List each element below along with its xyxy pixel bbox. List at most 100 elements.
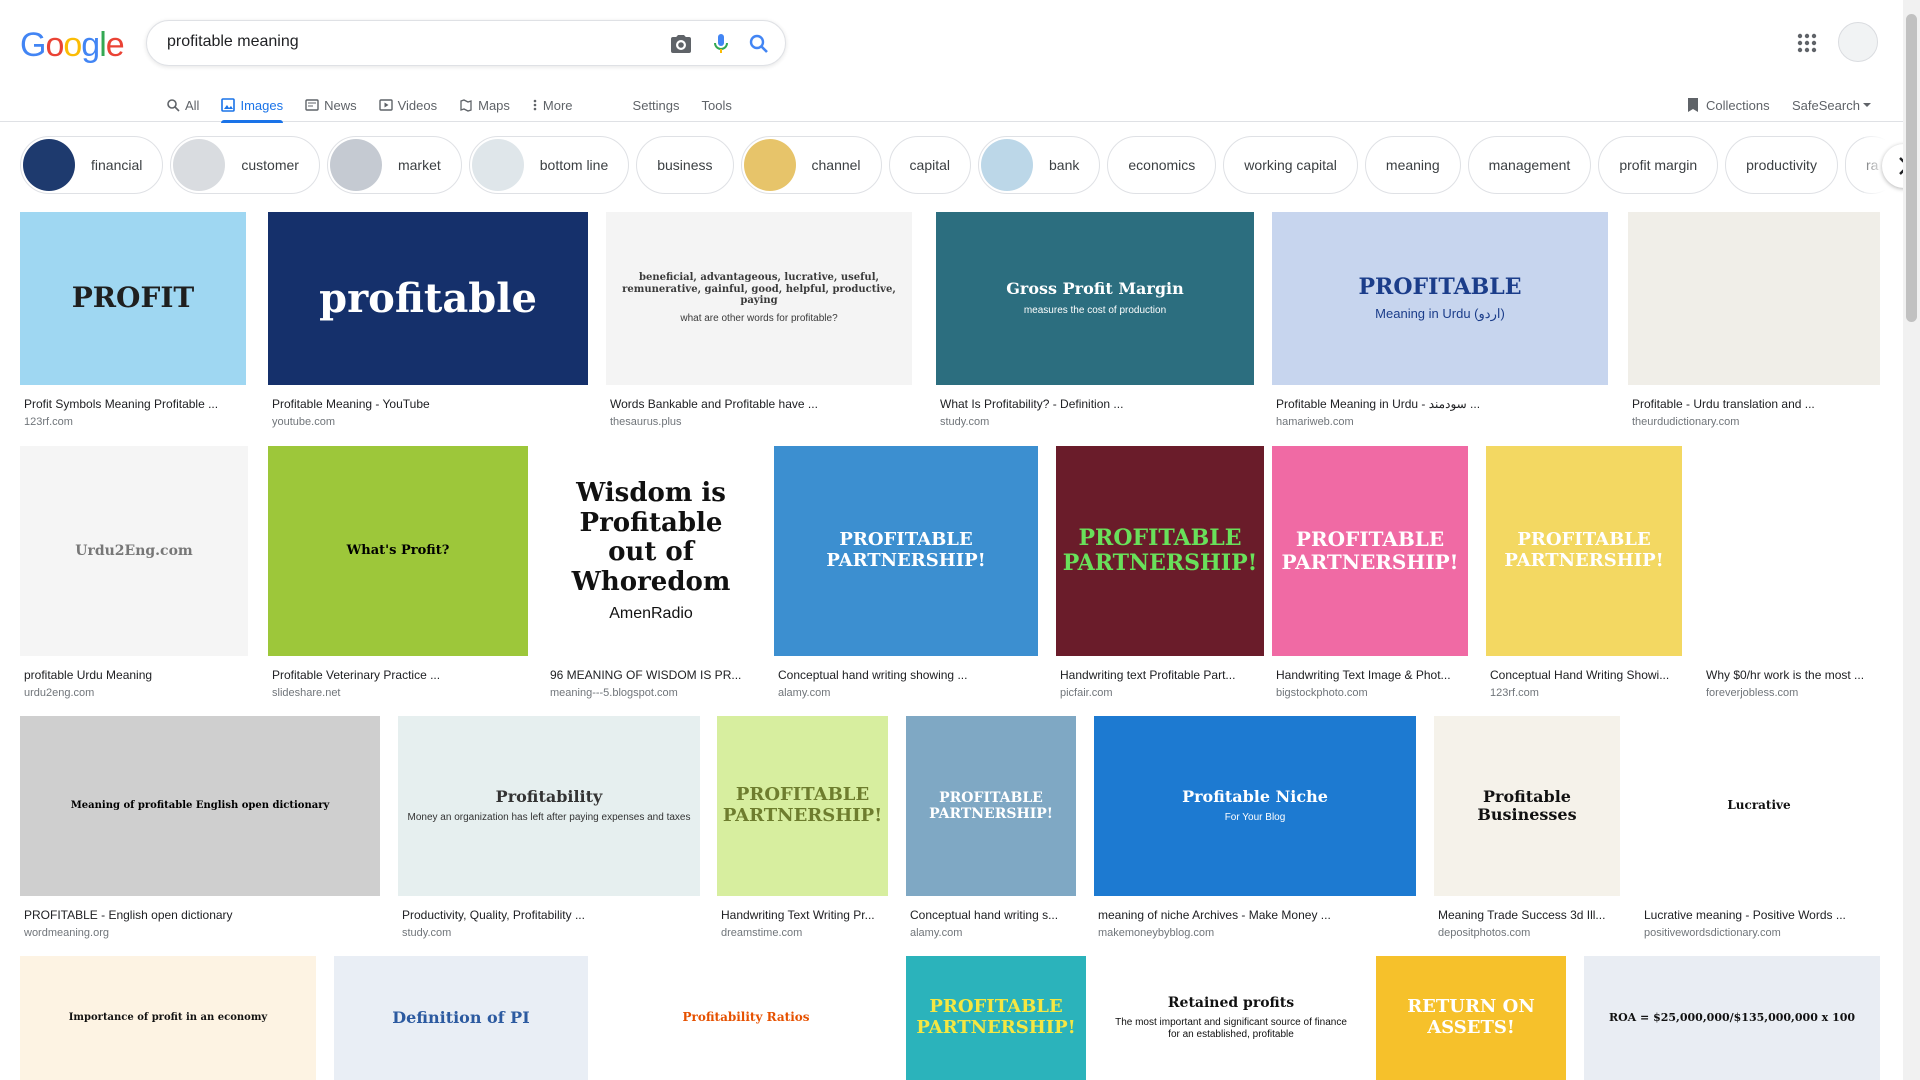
result-thumbnail[interactable]: PROFITABLE PARTNERSHIP!: [717, 716, 888, 896]
avatar[interactable]: [1838, 22, 1878, 62]
camera-icon[interactable]: [669, 32, 693, 56]
result-title[interactable]: PROFITABLE - English open dictionary: [24, 908, 378, 922]
result-thumbnail[interactable]: [1702, 446, 1880, 656]
result-source: alamy.com: [910, 927, 963, 939]
result-title[interactable]: Profit Symbols Meaning Profitable ...: [24, 397, 244, 411]
collections-link[interactable]: Collections: [1686, 88, 1770, 122]
result-title[interactable]: Profitable Meaning - YouTube: [272, 397, 586, 411]
chip-working-capital[interactable]: working capital: [1223, 136, 1358, 194]
search-icon[interactable]: [747, 32, 771, 56]
thumbnail-text: What's Profit?: [346, 542, 450, 558]
chip-profit-margin[interactable]: profit margin: [1598, 136, 1719, 194]
result-thumbnail[interactable]: beneficial, advantageous, lucrative, use…: [606, 212, 912, 385]
result-thumbnail[interactable]: Retained profits The most important and s…: [1104, 956, 1358, 1080]
tab-images[interactable]: Images: [221, 88, 283, 123]
search-box[interactable]: [146, 20, 786, 66]
result-thumbnail[interactable]: [1628, 212, 1880, 385]
chip-channel[interactable]: channel: [740, 136, 882, 194]
result-source: theurdudictionary.com: [1632, 416, 1740, 428]
result-thumbnail[interactable]: PROFITABLE PARTNERSHIP!: [1056, 446, 1264, 656]
thumbnail-text: PROFITABLE PARTNERSHIP!: [722, 784, 883, 826]
result-thumbnail[interactable]: Profitable Businesses: [1434, 716, 1620, 896]
result-title[interactable]: What Is Profitability? - Definition ...: [940, 397, 1252, 411]
result-title[interactable]: Profitable - Urdu translation and ...: [1632, 397, 1878, 411]
chip-label: productivity: [1746, 157, 1817, 173]
result-thumbnail[interactable]: Urdu2Eng.com: [20, 446, 248, 656]
tab-more[interactable]: More: [532, 88, 573, 122]
result-thumbnail[interactable]: PROFIT: [20, 212, 246, 385]
chip-bottom-line[interactable]: bottom line: [468, 136, 630, 194]
result-thumbnail[interactable]: Gross Profit Margin measures the cost of …: [936, 212, 1254, 385]
result-thumbnail[interactable]: profitable: [268, 212, 588, 385]
google-logo[interactable]: Google: [20, 26, 125, 65]
result-title[interactable]: Conceptual Hand Writing Showi...: [1490, 668, 1680, 682]
apps-grid-icon[interactable]: [1796, 32, 1818, 54]
result-thumbnail[interactable]: PROFITABLE PARTNERSHIP!: [906, 716, 1076, 896]
chip-management[interactable]: management: [1467, 136, 1592, 194]
scrollbar-thumb[interactable]: [1906, 14, 1917, 322]
result-thumbnail[interactable]: PROFITABLE PARTNERSHIP!: [774, 446, 1038, 656]
tab-videos[interactable]: Videos: [378, 88, 437, 122]
result-thumbnail[interactable]: Lucrative: [1640, 716, 1878, 896]
result-thumbnail[interactable]: ROA = $25,000,000/$135,000,000 x 100: [1584, 956, 1880, 1080]
result-title[interactable]: Productivity, Quality, Profitability ...: [402, 908, 698, 922]
chip-label: financial: [91, 157, 143, 173]
result-title[interactable]: Profitable Veterinary Practice ...: [272, 668, 526, 682]
result-source: slideshare.net: [272, 687, 341, 699]
chip-customer[interactable]: customer: [170, 136, 320, 194]
result-thumbnail[interactable]: PROFITABLE PARTNERSHIP!: [1272, 446, 1468, 656]
microphone-icon[interactable]: [709, 32, 733, 56]
settings-link[interactable]: Settings: [633, 88, 680, 122]
result-thumbnail[interactable]: What's Profit?: [268, 446, 528, 656]
result-title[interactable]: Why $0/hr work is the most ...: [1706, 668, 1878, 682]
result-title[interactable]: Profitable Meaning in Urdu - سودمند ...: [1276, 397, 1606, 411]
result-title[interactable]: Handwriting Text Image & Phot...: [1276, 668, 1466, 682]
result-title[interactable]: Lucrative meaning - Positive Words ...: [1644, 908, 1876, 922]
chip-economics[interactable]: economics: [1107, 136, 1217, 194]
tab-all[interactable]: All: [166, 88, 199, 122]
result-thumbnail[interactable]: Profitability Money an organization has l…: [398, 716, 700, 896]
result-title[interactable]: Conceptual hand writing s...: [910, 908, 1074, 922]
thumbnail-text: PROFITABLE PARTNERSHIP!: [1062, 524, 1258, 576]
result-thumbnail[interactable]: PROFITABLE PARTNERSHIP!: [1486, 446, 1682, 656]
thumbnail-text: profitable: [319, 274, 537, 322]
result-source: 123rf.com: [1490, 687, 1539, 699]
tab-news[interactable]: News: [305, 88, 357, 122]
result-thumbnail[interactable]: PROFITABLE Meaning in Urdu (اردو): [1272, 212, 1608, 385]
result-thumbnail[interactable]: Wisdom is Profitable out of Whoredom Amen…: [546, 446, 756, 656]
chip-market[interactable]: market: [326, 136, 462, 194]
thumbnail-subtext: what are other words for profitable?: [680, 312, 838, 324]
search-input[interactable]: [167, 33, 637, 51]
result-thumbnail[interactable]: Importance of profit in an economy: [20, 956, 316, 1080]
result-thumbnail[interactable]: PROFITABLE PARTNERSHIP!: [906, 956, 1086, 1080]
safesearch-menu[interactable]: SafeSearch: [1792, 88, 1872, 122]
result-title[interactable]: Meaning Trade Success 3d Ill...: [1438, 908, 1618, 922]
result-title[interactable]: 96 MEANING OF WISDOM IS PR...: [550, 668, 754, 682]
logo-letter: o: [63, 26, 82, 64]
chip-thumbnail: [23, 139, 75, 191]
chip-thumbnail: [471, 139, 524, 191]
thumbnail-text: PROFIT: [71, 281, 195, 315]
chip-business[interactable]: business: [636, 136, 734, 194]
chip-productivity[interactable]: productivity: [1725, 136, 1838, 194]
result-thumbnail[interactable]: Profitability Ratios: [608, 956, 884, 1080]
tools-link[interactable]: Tools: [702, 88, 732, 122]
result-title[interactable]: Handwriting text Profitable Part...: [1060, 668, 1262, 682]
tab-maps[interactable]: Maps: [459, 88, 510, 122]
result-title[interactable]: Conceptual hand writing showing ...: [778, 668, 1036, 682]
chip-financial[interactable]: financial: [20, 136, 164, 194]
result-thumbnail[interactable]: RETURN ON ASSETS!: [1376, 956, 1566, 1080]
chip-bank[interactable]: bank: [978, 136, 1101, 194]
chip-meaning[interactable]: meaning: [1364, 136, 1461, 194]
result-thumbnail[interactable]: Profitable Niche For Your Blog: [1094, 716, 1416, 896]
result-title[interactable]: meaning of niche Archives - Make Money .…: [1098, 908, 1414, 922]
result-thumbnail[interactable]: Meaning of profitable English open dicti…: [20, 716, 380, 896]
chip-capital[interactable]: capital: [888, 136, 972, 194]
chip-thumbnail: [981, 139, 1034, 191]
result-title[interactable]: Handwriting Text Writing Pr...: [721, 908, 886, 922]
result-thumbnail[interactable]: Definition of PI: [334, 956, 588, 1080]
chip-label: meaning: [1385, 157, 1440, 173]
result-title[interactable]: Words Bankable and Profitable have ...: [610, 397, 910, 411]
result-title[interactable]: profitable Urdu Meaning: [24, 668, 246, 682]
logo-letter: G: [20, 26, 46, 64]
